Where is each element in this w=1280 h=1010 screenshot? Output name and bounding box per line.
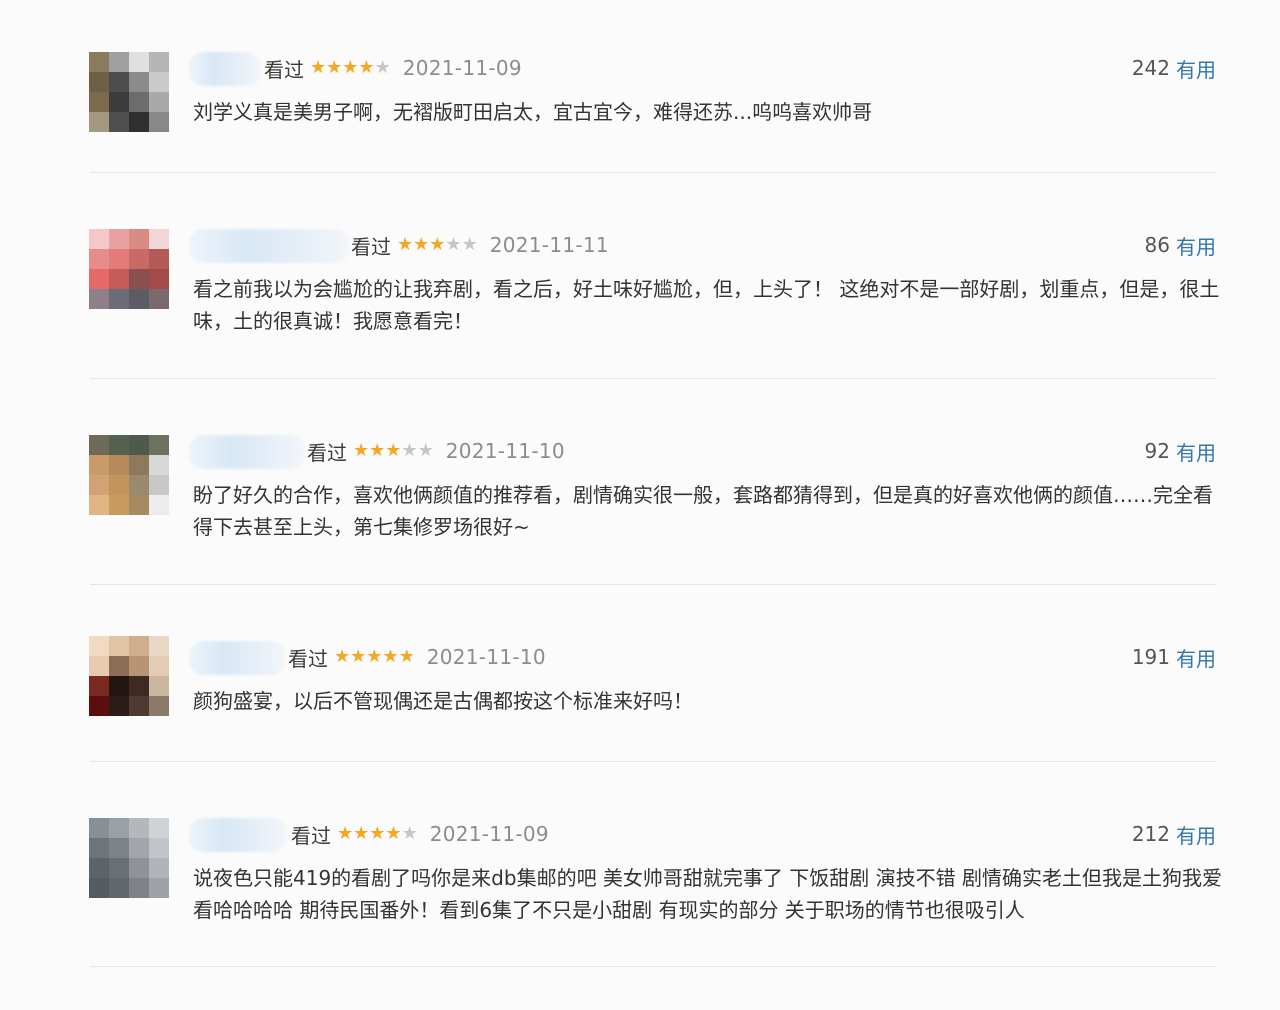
star-filled-icon: ★ — [366, 646, 383, 667]
comment-text: 颜狗盛宴，以后不管现偶还是古偶都按这个标准来好吗！ — [193, 689, 693, 713]
avatar[interactable] — [89, 636, 169, 716]
divider — [90, 584, 1216, 585]
avatar[interactable] — [89, 818, 169, 898]
username-blurred[interactable] — [189, 52, 261, 86]
comment-text: 刘学义真是美男子啊，无褶版町田启太，宜古宜今，难得还苏...呜呜喜欢帅哥 — [193, 100, 873, 124]
comment-text: 看之前我以为会尴尬的让我弃剧，看之后，好土味好尴尬，但，上头了！ 这绝对不是一部… — [193, 277, 1220, 333]
watched-label: 看过 — [351, 234, 391, 259]
useful-count: 242 — [1131, 56, 1170, 80]
star-empty-icon: ★ — [374, 57, 391, 78]
divider — [90, 966, 1216, 967]
star-filled-icon: ★ — [398, 646, 415, 667]
useful-button[interactable]: 有用 — [1176, 820, 1216, 849]
watched-label: 看过 — [291, 823, 331, 848]
divider — [90, 172, 1216, 173]
rating-stars: ★ ★ ★ ★ ★ — [334, 648, 415, 666]
comment-date: 2021-11-10 — [445, 439, 565, 463]
avatar[interactable] — [89, 435, 169, 515]
avatar[interactable] — [89, 229, 169, 309]
star-filled-icon: ★ — [342, 57, 359, 78]
rating-stars: ★ ★ ★ ★ ★ — [353, 442, 434, 460]
star-filled-icon: ★ — [429, 234, 446, 255]
useful-count: 212 — [1131, 822, 1170, 846]
rating-stars: ★ ★ ★ ★ ★ — [337, 825, 418, 843]
comment-list: 看过 ★ ★ ★ ★ ★ 2021-11-09 242 有用 刘学义真是美男子啊，无褶版… — [0, 0, 1280, 1010]
star-filled-icon: ★ — [337, 823, 354, 844]
rating-stars: ★ ★ ★ ★ ★ — [310, 59, 391, 77]
rating-stars: ★ ★ ★ ★ ★ — [397, 236, 478, 254]
star-filled-icon: ★ — [326, 57, 343, 78]
star-empty-icon: ★ — [401, 440, 418, 461]
username-blurred[interactable] — [189, 641, 285, 675]
watched-label: 看过 — [307, 440, 347, 465]
useful-button[interactable]: 有用 — [1176, 437, 1216, 466]
useful-count: 92 — [1144, 439, 1170, 463]
useful-button[interactable]: 有用 — [1176, 54, 1216, 83]
useful-count: 86 — [1144, 233, 1170, 257]
comment-date: 2021-11-11 — [489, 233, 609, 257]
star-filled-icon: ★ — [310, 57, 327, 78]
star-empty-icon: ★ — [461, 234, 478, 255]
comment-date: 2021-11-09 — [402, 56, 522, 80]
star-empty-icon: ★ — [445, 234, 462, 255]
star-filled-icon: ★ — [334, 646, 351, 667]
star-filled-icon: ★ — [369, 440, 386, 461]
star-filled-icon: ★ — [385, 440, 402, 461]
useful-button[interactable]: 有用 — [1176, 643, 1216, 672]
divider — [90, 761, 1216, 762]
divider — [90, 378, 1216, 379]
star-filled-icon: ★ — [397, 234, 414, 255]
star-filled-icon: ★ — [413, 234, 430, 255]
comment-date: 2021-11-09 — [429, 822, 549, 846]
watched-label: 看过 — [264, 57, 304, 82]
username-blurred[interactable] — [189, 229, 349, 263]
star-filled-icon: ★ — [353, 440, 370, 461]
star-filled-icon: ★ — [358, 57, 375, 78]
useful-button[interactable]: 有用 — [1176, 231, 1216, 260]
username-blurred[interactable] — [189, 818, 287, 852]
star-filled-icon: ★ — [382, 646, 399, 667]
avatar[interactable] — [89, 52, 169, 132]
watched-label: 看过 — [288, 646, 328, 671]
star-filled-icon: ★ — [369, 823, 386, 844]
star-filled-icon: ★ — [350, 646, 367, 667]
comment-text: 盼了好久的合作，喜欢他俩颜值的推荐看，剧情确实很一般，套路都猜得到，但是真的好喜… — [193, 483, 1213, 539]
username-blurred[interactable] — [189, 435, 305, 469]
useful-count: 191 — [1131, 645, 1170, 669]
star-filled-icon: ★ — [385, 823, 402, 844]
comment-text: 说夜色只能419的看剧了吗你是来db集邮的吧 美女帅哥甜就完事了 下饭甜剧 演技… — [193, 866, 1222, 922]
star-empty-icon: ★ — [401, 823, 418, 844]
star-empty-icon: ★ — [417, 440, 434, 461]
comment-date: 2021-11-10 — [426, 645, 546, 669]
star-filled-icon: ★ — [353, 823, 370, 844]
